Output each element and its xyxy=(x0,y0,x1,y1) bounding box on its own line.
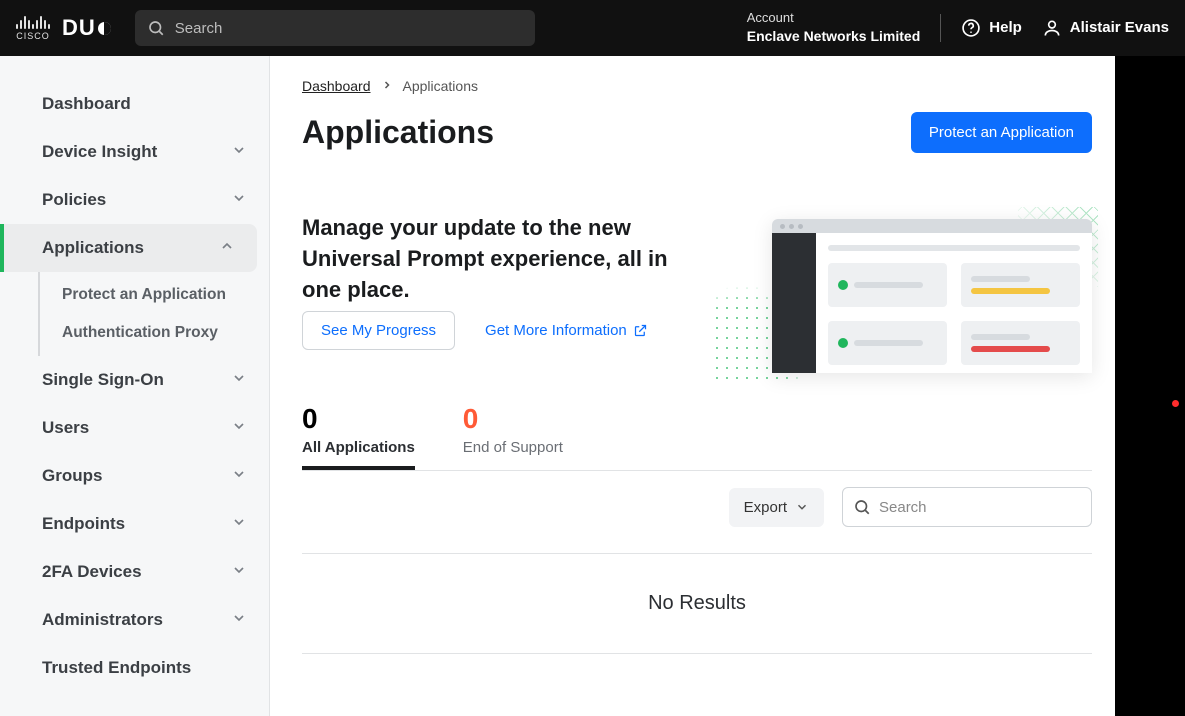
main-content: Dashboard Applications Applications Prot… xyxy=(270,56,1115,716)
brand-logos: CISCO DU xyxy=(16,15,111,41)
promo-illustration xyxy=(732,213,1092,373)
see-my-progress-button[interactable]: See My Progress xyxy=(302,311,455,350)
tab-all-applications[interactable]: 0 All Applications xyxy=(302,403,415,470)
account-switcher[interactable]: Account Enclave Networks Limited xyxy=(747,10,921,45)
chevron-down-icon xyxy=(231,610,247,631)
help-icon xyxy=(961,18,981,38)
user-name: Alistair Evans xyxy=(1070,19,1169,36)
sidebar-item-groups[interactable]: Groups xyxy=(0,452,269,500)
no-results-message: No Results xyxy=(302,553,1092,654)
sidebar-item-endpoints[interactable]: Endpoints xyxy=(0,500,269,548)
search-icon xyxy=(853,498,871,516)
get-more-information-link[interactable]: Get More Information xyxy=(485,322,648,339)
breadcrumb-current: Applications xyxy=(403,78,479,94)
breadcrumb-root[interactable]: Dashboard xyxy=(302,78,371,94)
chevron-down-icon xyxy=(231,418,247,439)
universal-prompt-promo: Manage your update to the new Universal … xyxy=(302,213,1092,373)
tab-eos-count: 0 xyxy=(463,403,563,435)
divider xyxy=(940,14,941,42)
page-title: Applications xyxy=(302,114,494,151)
breadcrumb: Dashboard Applications xyxy=(302,78,1092,94)
top-bar: CISCO DU Account Enclave Networks Limite… xyxy=(0,0,1185,56)
sidebar-item-sso[interactable]: Single Sign-On xyxy=(0,356,269,404)
chevron-down-icon xyxy=(231,190,247,211)
protect-application-button[interactable]: Protect an Application xyxy=(911,112,1092,153)
application-tabs: 0 All Applications 0 End of Support xyxy=(302,403,1092,471)
sidebar-nav: Dashboard Device Insight Policies Applic… xyxy=(0,56,270,716)
help-label: Help xyxy=(989,19,1022,36)
sidebar-item-dashboard[interactable]: Dashboard xyxy=(0,80,269,128)
tab-end-of-support[interactable]: 0 End of Support xyxy=(463,403,563,470)
sidebar-item-device-insight[interactable]: Device Insight xyxy=(0,128,269,176)
sidebar-item-users[interactable]: Users xyxy=(0,404,269,452)
tab-eos-label: End of Support xyxy=(463,439,563,456)
search-icon xyxy=(147,19,165,37)
sidebar-item-applications[interactable]: Applications xyxy=(0,224,257,272)
chevron-down-icon xyxy=(795,500,809,514)
table-search[interactable] xyxy=(842,487,1092,527)
global-search-input[interactable] xyxy=(175,20,523,37)
table-search-input[interactable] xyxy=(879,499,1081,516)
help-link[interactable]: Help xyxy=(961,18,1022,38)
export-button[interactable]: Export xyxy=(729,488,824,527)
sidebar-item-2fa-devices[interactable]: 2FA Devices xyxy=(0,548,269,596)
sidebar-item-trusted-endpoints[interactable]: Trusted Endpoints xyxy=(0,644,269,692)
external-link-icon xyxy=(633,323,648,338)
red-dot-indicator xyxy=(1172,400,1179,407)
global-search[interactable] xyxy=(135,10,535,46)
sidebar-item-administrators[interactable]: Administrators xyxy=(0,596,269,644)
user-icon xyxy=(1042,18,1062,38)
chevron-down-icon xyxy=(231,514,247,535)
sidebar-item-policies[interactable]: Policies xyxy=(0,176,269,224)
tab-all-label: All Applications xyxy=(302,439,415,456)
account-name: Enclave Networks Limited xyxy=(747,27,921,45)
sidebar-sub-protect-application[interactable]: Protect an Application xyxy=(40,276,269,314)
sidebar-submenu-applications: Protect an Application Authentication Pr… xyxy=(38,272,269,356)
chevron-down-icon xyxy=(231,562,247,583)
chevron-down-icon xyxy=(231,466,247,487)
promo-heading: Manage your update to the new Universal … xyxy=(302,213,692,305)
sidebar-sub-auth-proxy[interactable]: Authentication Proxy xyxy=(40,314,269,352)
cisco-logo: CISCO xyxy=(16,15,50,41)
user-menu[interactable]: Alistair Evans xyxy=(1042,18,1169,38)
duo-logo: DU xyxy=(62,15,111,41)
account-label: Account xyxy=(747,10,921,27)
right-black-strip xyxy=(1115,56,1185,716)
chevron-down-icon xyxy=(231,370,247,391)
chevron-right-icon xyxy=(381,78,393,94)
chevron-up-icon xyxy=(219,238,235,259)
tab-all-count: 0 xyxy=(302,403,415,435)
chevron-down-icon xyxy=(231,142,247,163)
